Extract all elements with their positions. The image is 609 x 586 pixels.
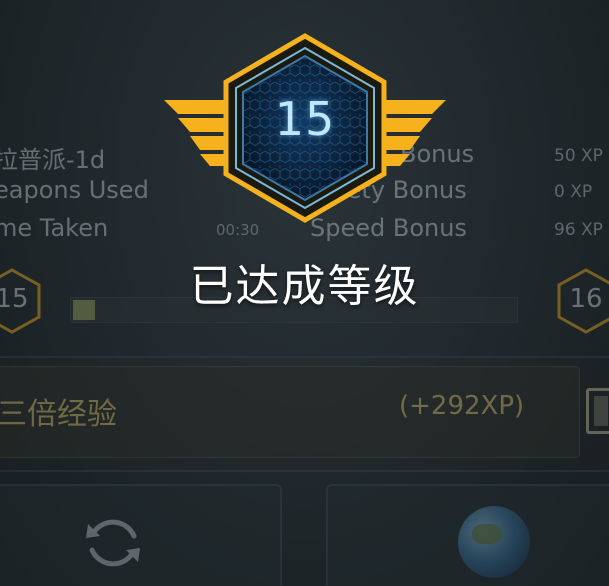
divider xyxy=(0,470,609,472)
stat-label: eapons Used xyxy=(0,176,149,204)
level-number: 15 xyxy=(274,92,336,146)
double-xp-panel[interactable]: 三倍经验 (+292XP) xyxy=(0,366,580,458)
stat-label: me Taken xyxy=(0,214,109,242)
bonus-xp: 0 XP xyxy=(554,182,593,202)
stat-label: 拉普派-1d xyxy=(0,146,106,174)
level-up-screen: 拉普派-1d Bonus 50 XP eapons Used iety Bonu… xyxy=(0,0,609,586)
level-up-title: 已达成等级 xyxy=(189,261,420,312)
divider xyxy=(0,356,609,358)
bonus-xp: 50 XP xyxy=(554,146,603,166)
video-ad-icon[interactable] xyxy=(586,388,609,434)
globe-icon xyxy=(458,506,530,578)
refresh-icon xyxy=(86,519,140,567)
double-xp-amount: (+292XP) xyxy=(399,391,525,421)
double-xp-label: 三倍经验 xyxy=(0,397,117,432)
bonus-xp: 96 XP xyxy=(554,220,603,240)
